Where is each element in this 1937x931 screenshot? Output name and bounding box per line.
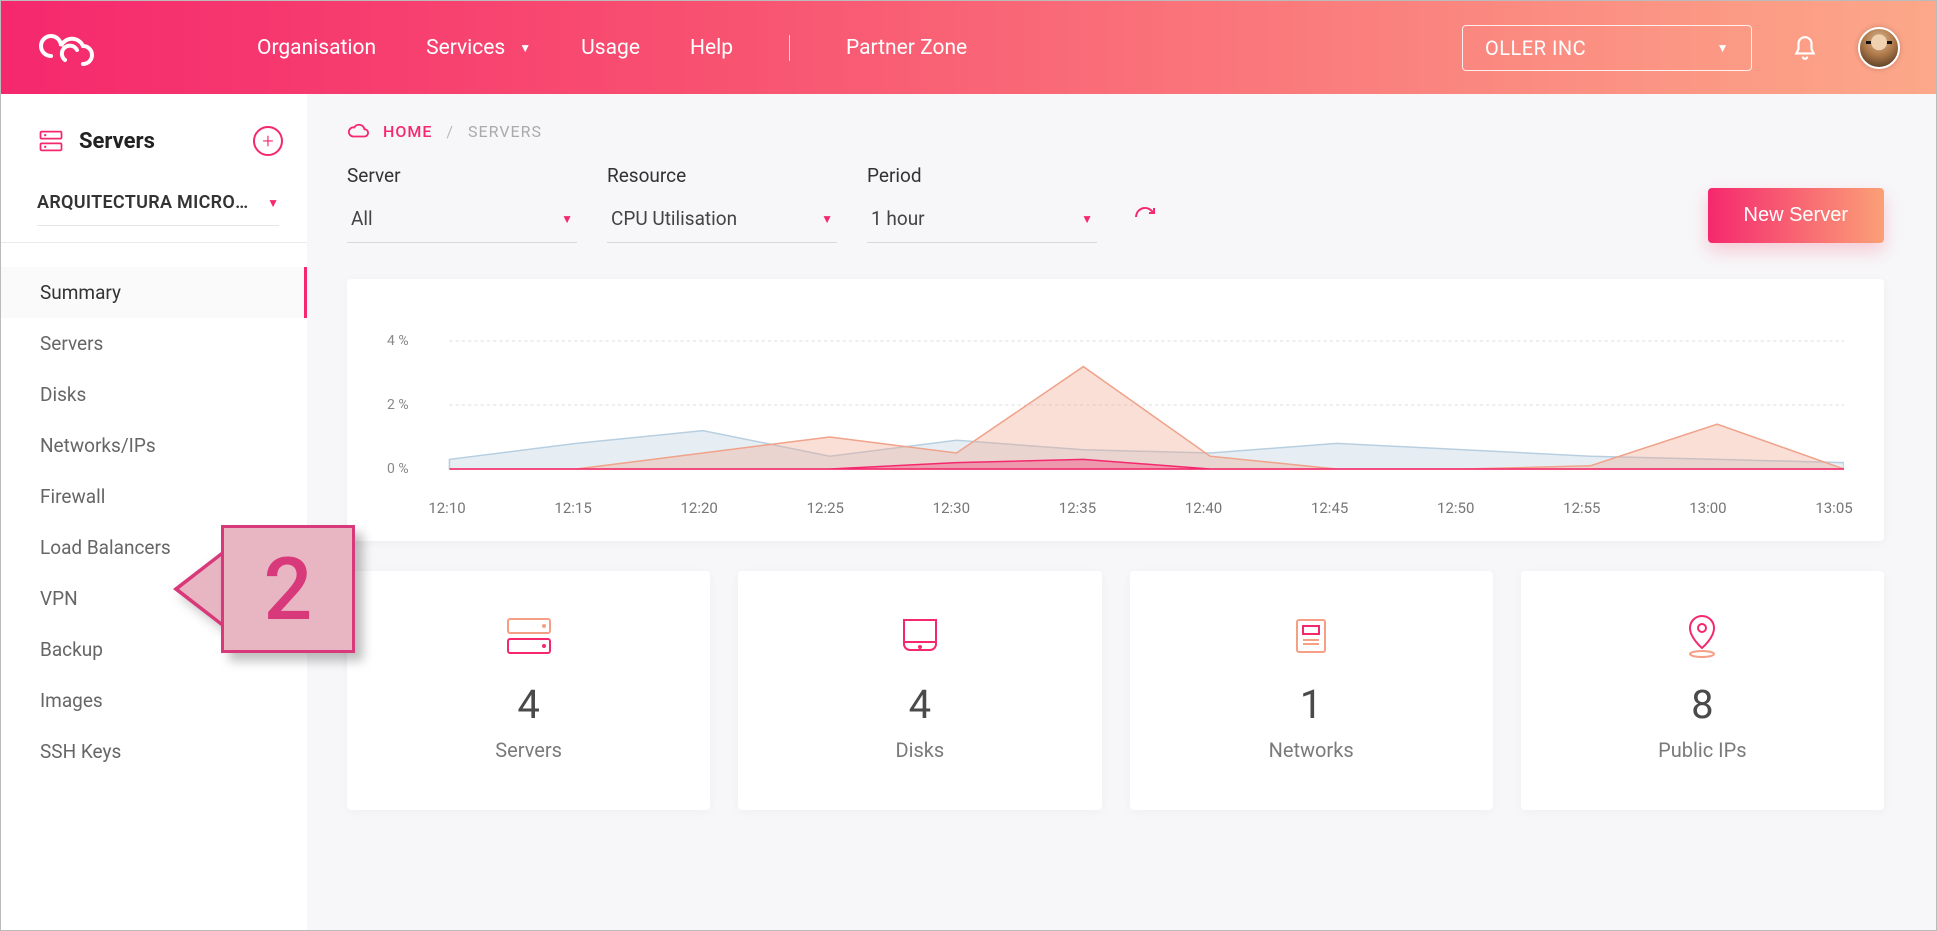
server-stack-icon (37, 127, 65, 155)
utilisation-chart: 4 % 2 % 0 % 12:10 12:15 12:20 12:25 12:30 12:… (347, 279, 1884, 541)
chart-ytick: 0 % (387, 461, 409, 477)
annotation-step-2: 2 (173, 525, 355, 653)
sidebar-title: Servers (79, 129, 155, 154)
chart-xtick: 12:20 (680, 499, 717, 517)
organisation-selected: OLLER INC (1485, 36, 1586, 60)
sidebar-item-images[interactable]: Images (1, 675, 307, 726)
chevron-down-icon: ▼ (561, 212, 573, 226)
filter-server-select[interactable]: All ▼ (347, 201, 577, 243)
cloud-logo-icon (37, 30, 97, 66)
breadcrumb-current: SERVERS (468, 122, 542, 141)
sidebar-item-firewall[interactable]: Firewall (1, 471, 307, 522)
sidebar-item-servers[interactable]: Servers (1, 318, 307, 369)
chevron-down-icon: ▼ (1081, 212, 1093, 226)
chart-xtick: 12:45 (1311, 499, 1348, 517)
notifications-bell-icon[interactable] (1792, 35, 1818, 61)
networks-icon (1289, 611, 1333, 661)
organisation-select[interactable]: OLLER INC ▼ (1462, 25, 1752, 71)
stat-value: 4 (909, 681, 931, 728)
filter-period-label: Period (867, 164, 1097, 187)
sidebar-item-ssh-keys[interactable]: SSH Keys (1, 726, 307, 777)
stat-label: Servers (495, 738, 562, 762)
stat-value: 8 (1691, 681, 1713, 728)
chart-xtick: 12:25 (807, 499, 844, 517)
sidebar-item-networks-ips[interactable]: Networks/IPs (1, 420, 307, 471)
chart-xtick: 12:10 (428, 499, 465, 517)
chart-xtick: 13:05 (1815, 499, 1852, 517)
nav-help[interactable]: Help (690, 36, 733, 60)
nav-divider (789, 35, 790, 61)
main-content: HOME / SERVERS Server All ▼ Resource CPU… (307, 94, 1936, 930)
servers-icon (504, 611, 554, 661)
chevron-down-icon: ▼ (821, 212, 833, 226)
stat-label: Networks (1269, 738, 1354, 762)
stat-card-servers[interactable]: 4 Servers (347, 571, 710, 810)
chevron-down-icon: ▼ (1717, 41, 1729, 55)
stat-card-public-ips[interactable]: 8 Public IPs (1521, 571, 1884, 810)
chart-xtick: 12:15 (554, 499, 591, 517)
sidebar-item-disks[interactable]: Disks (1, 369, 307, 420)
nav-usage[interactable]: Usage (581, 36, 640, 60)
project-select[interactable]: ARQUITECTURA MICROS… ▼ (37, 192, 279, 226)
stat-card-disks[interactable]: 4 Disks (738, 571, 1101, 810)
stat-label: Disks (895, 738, 944, 762)
chevron-down-icon: ▼ (519, 41, 531, 55)
publicips-icon (1680, 611, 1724, 661)
chart-xtick: 12:30 (933, 499, 970, 517)
chart-xtick: 12:50 (1437, 499, 1474, 517)
chart-xtick: 12:35 (1059, 499, 1096, 517)
nav-partner-zone[interactable]: Partner Zone (846, 36, 967, 60)
stat-value: 1 (1300, 681, 1322, 728)
filter-resource-select[interactable]: CPU Utilisation ▼ (607, 201, 837, 243)
add-server-button[interactable]: + (253, 126, 283, 156)
top-nav: Organisation Services▼ Usage Help Partne… (257, 35, 967, 61)
chart-ytick: 2 % (387, 397, 409, 413)
filter-resource-label: Resource (607, 164, 837, 187)
breadcrumb-home[interactable]: HOME (383, 122, 432, 141)
cloud-icon (347, 120, 369, 142)
stat-label: Public IPs (1658, 738, 1746, 762)
user-avatar[interactable] (1858, 27, 1900, 69)
filter-server-label: Server (347, 164, 577, 187)
logo[interactable] (37, 30, 237, 66)
stat-value: 4 (517, 681, 539, 728)
topbar: Organisation Services▼ Usage Help Partne… (1, 1, 1936, 94)
new-server-button[interactable]: New Server (1708, 188, 1884, 243)
breadcrumb: HOME / SERVERS (347, 120, 1884, 142)
chart-ytick: 4 % (387, 333, 409, 349)
nav-organisation[interactable]: Organisation (257, 36, 376, 60)
filter-period-select[interactable]: 1 hour ▼ (867, 201, 1097, 243)
nav-services[interactable]: Services▼ (426, 36, 531, 60)
project-name: ARQUITECTURA MICROS… (37, 192, 257, 213)
sidebar: Servers + ARQUITECTURA MICROS… ▼ Summary… (1, 94, 307, 930)
refresh-button[interactable] (1133, 205, 1157, 233)
chart-xtick: 13:00 (1689, 499, 1726, 517)
stat-card-networks[interactable]: 1 Networks (1130, 571, 1493, 810)
disks-icon (898, 611, 942, 661)
chevron-down-icon: ▼ (267, 196, 279, 210)
sidebar-item-summary[interactable]: Summary (1, 267, 307, 318)
chart-xtick: 12:40 (1185, 499, 1222, 517)
chart-xtick: 12:55 (1563, 499, 1600, 517)
